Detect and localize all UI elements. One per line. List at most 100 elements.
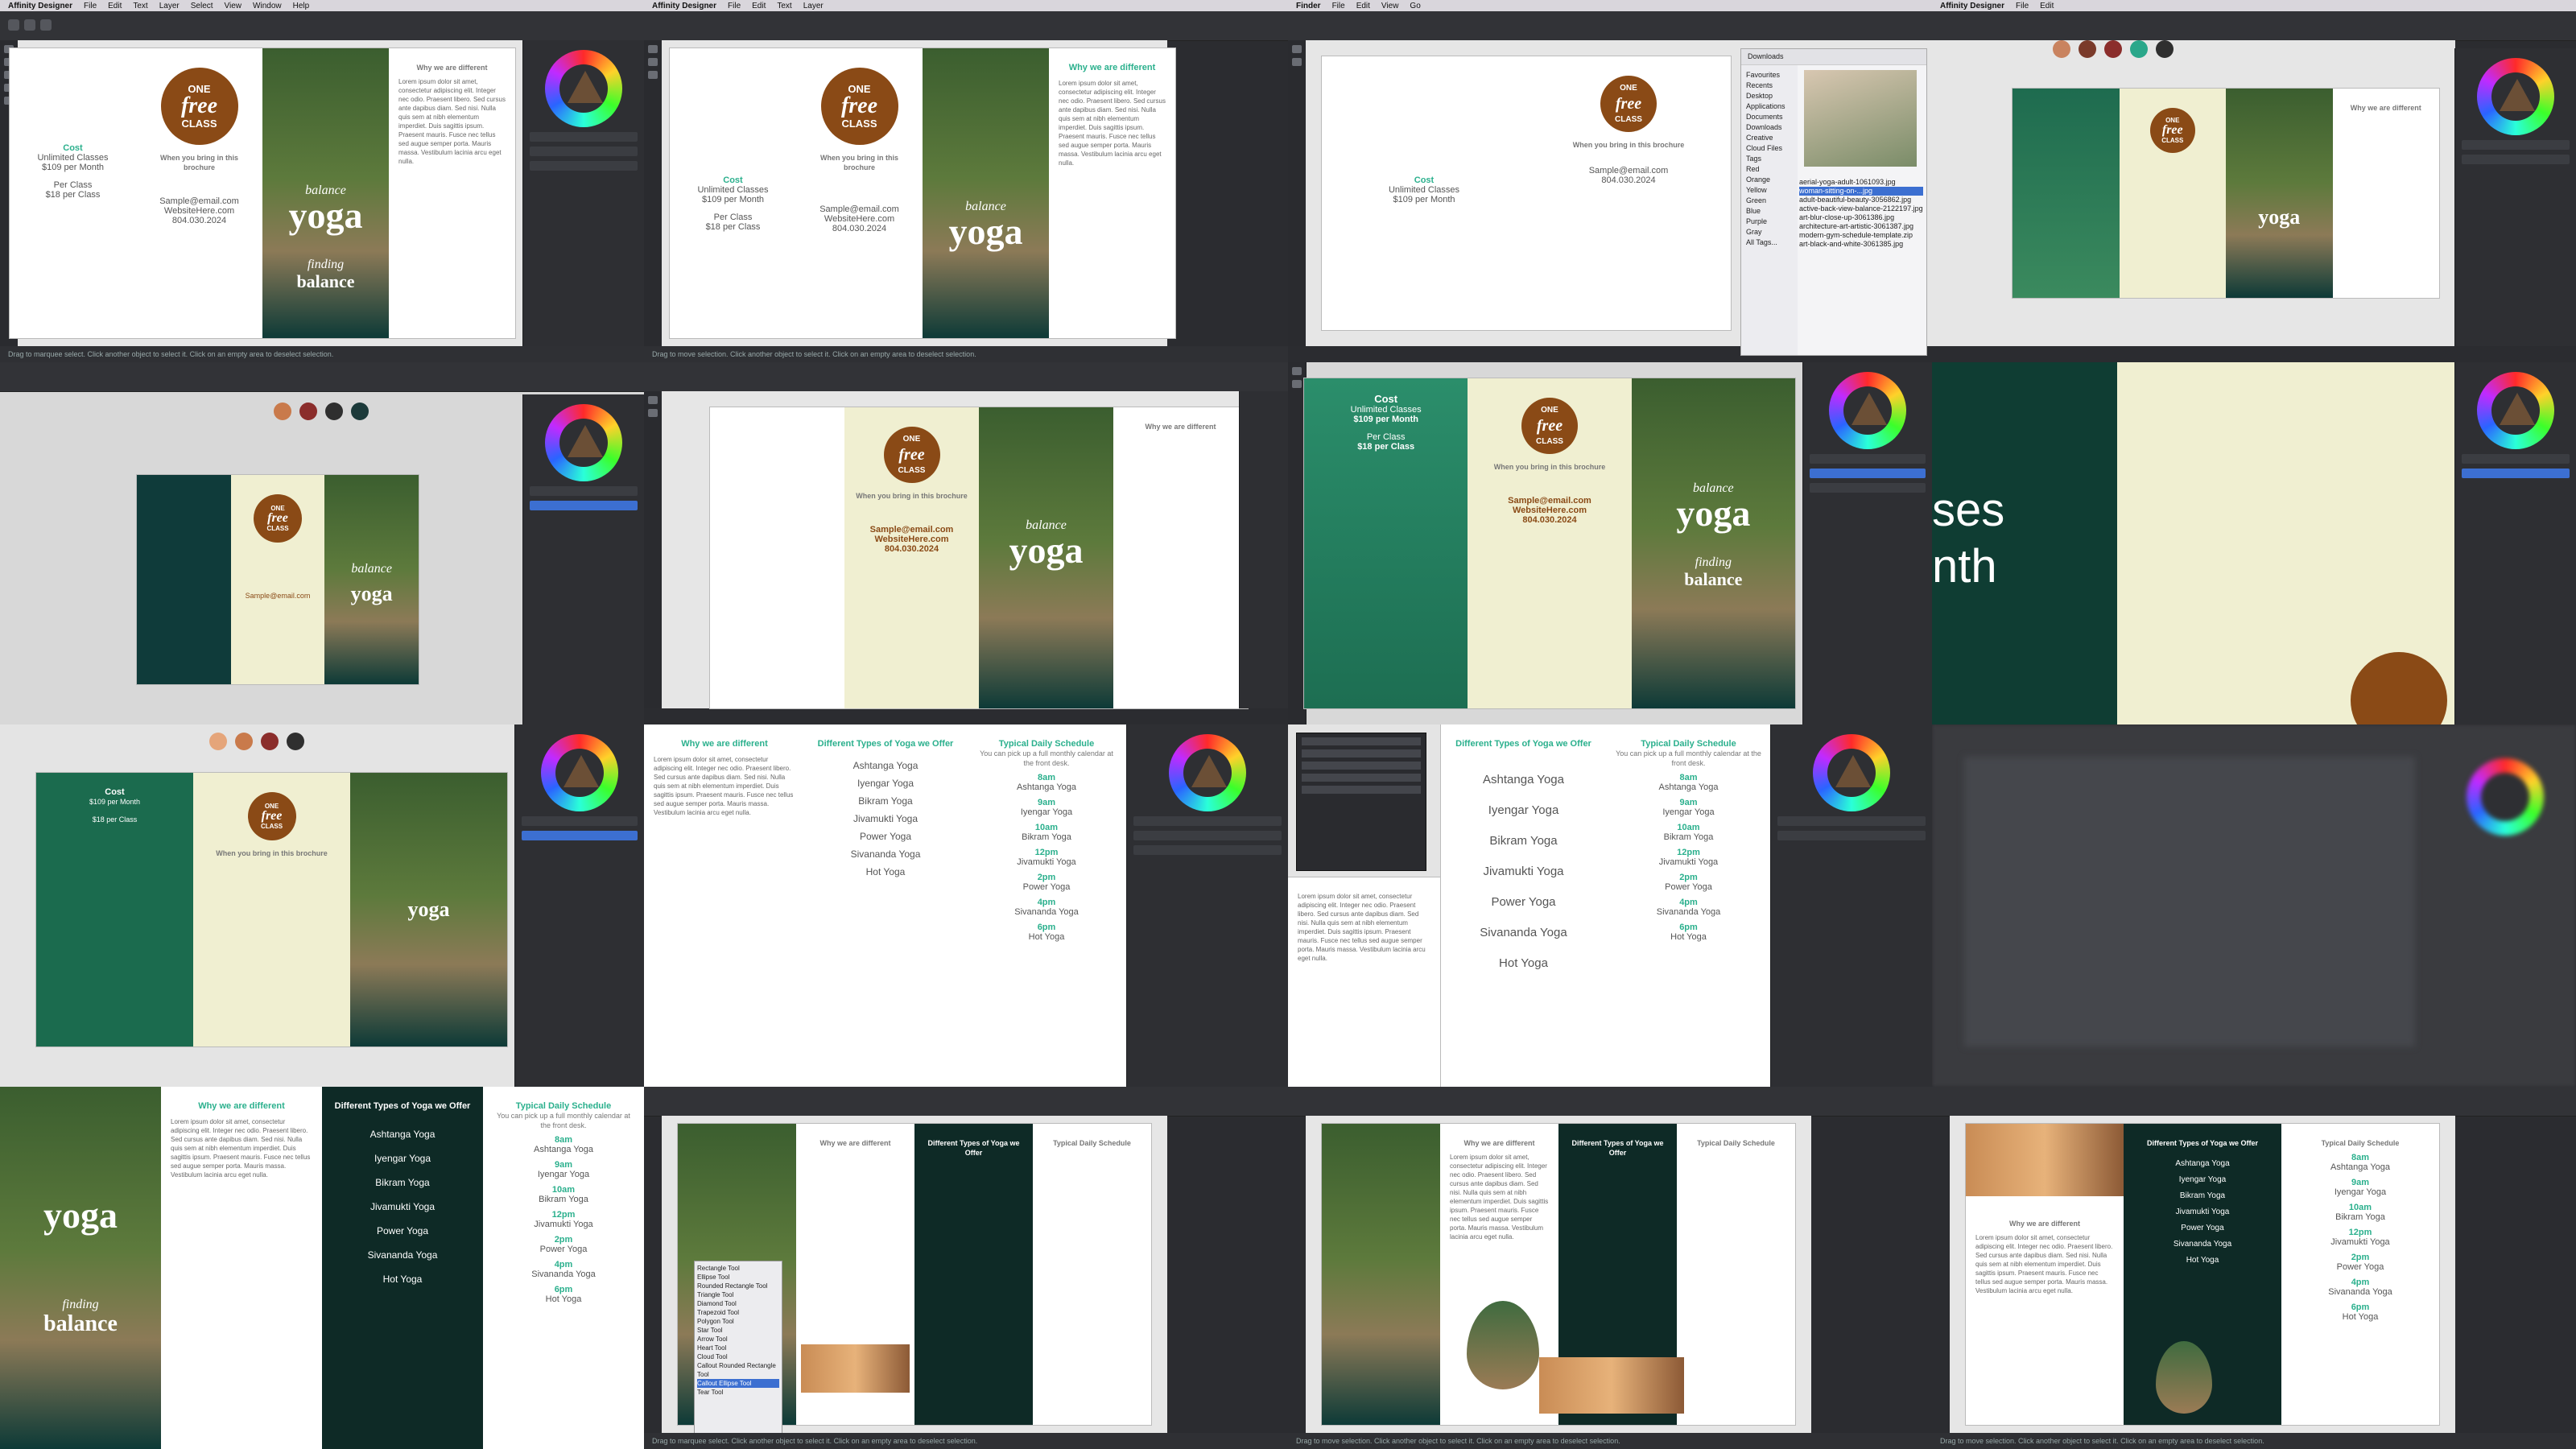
color-triangle[interactable] — [2500, 79, 2535, 111]
file-row[interactable]: active-back-view-balance-2122197.jpg — [1799, 204, 1923, 213]
swatch[interactable] — [235, 733, 253, 750]
swatch[interactable] — [2156, 40, 2174, 58]
character-row[interactable] — [1777, 831, 1926, 840]
app-name[interactable]: Affinity Designer — [8, 2, 72, 10]
canvas[interactable]: Cost Unlimited Classes $109 per Month ON… — [1306, 40, 1932, 356]
swatch[interactable] — [209, 733, 227, 750]
sidebar-item[interactable]: Orange — [1746, 175, 1793, 185]
color-wheel[interactable] — [545, 404, 622, 481]
menu-text[interactable]: Text — [777, 2, 791, 10]
swatch[interactable] — [351, 402, 369, 420]
file-row[interactable]: architecture-art-artistic-3061387.jpg — [1799, 222, 1923, 231]
menu-item[interactable]: Polygon Tool — [697, 1317, 779, 1326]
canvas[interactable]: Cost Unlimited Classes $109 per Month Pe… — [10, 40, 523, 346]
menu-item[interactable]: Tear Tool — [697, 1388, 779, 1397]
color-wheel[interactable] — [2477, 58, 2554, 135]
layer-row[interactable] — [522, 816, 638, 826]
file-row-selected[interactable]: woman-sitting-on-...jpg — [1799, 187, 1923, 196]
menu-file[interactable]: File — [84, 2, 97, 10]
canvas[interactable]: ONE free CLASS yoga Why we are different — [1932, 40, 2455, 346]
color-wheel[interactable] — [545, 50, 622, 127]
swatch[interactable] — [2079, 40, 2096, 58]
menu-item[interactable]: Cloud Tool — [697, 1352, 779, 1361]
color-triangle[interactable] — [1852, 393, 1887, 425]
canvas[interactable]: ONE free CLASS When you bring in this broc… — [662, 391, 1248, 708]
sidebar-item[interactable]: Green — [1746, 196, 1793, 206]
font-popup[interactable] — [1296, 733, 1426, 871]
color-wheel[interactable] — [1813, 734, 1890, 811]
menu-window[interactable]: Window — [253, 2, 282, 10]
sidebar-item[interactable]: Red — [1746, 164, 1793, 175]
swatch[interactable] — [299, 402, 317, 420]
photo-frame[interactable] — [801, 1344, 910, 1393]
menu-select[interactable]: Select — [191, 2, 213, 10]
menu-item[interactable]: Ellipse Tool — [697, 1273, 779, 1282]
layer-row[interactable] — [1810, 454, 1926, 464]
file-row[interactable]: art-black-and-white-3061385.jpg — [1799, 240, 1923, 249]
color-triangle[interactable] — [2500, 393, 2535, 425]
move-tool-icon[interactable] — [648, 45, 658, 53]
sidebar-item[interactable]: Creative Cloud Files — [1746, 133, 1793, 154]
menu-file[interactable]: File — [2016, 2, 2029, 10]
swatch[interactable] — [274, 402, 291, 420]
layer-row[interactable] — [1810, 483, 1926, 493]
popup-row[interactable] — [1302, 737, 1421, 745]
character-row[interactable] — [1133, 816, 1282, 826]
canvas[interactable]: Why we are different Lorem ipsum dolor si… — [1306, 1116, 1811, 1433]
character-row[interactable] — [1133, 831, 1282, 840]
color-wheel[interactable] — [1829, 372, 1906, 449]
file-row[interactable]: aerial-yoga-adult-1061093.jpg — [1799, 178, 1923, 187]
layer-row[interactable] — [2462, 140, 2570, 150]
menu-text[interactable]: Text — [133, 2, 147, 10]
layer-row-selected[interactable] — [1810, 469, 1926, 478]
menu-item[interactable]: Callout Rounded Rectangle Tool — [697, 1361, 779, 1379]
color-wheel[interactable] — [1169, 734, 1246, 811]
color-triangle[interactable] — [1191, 755, 1227, 787]
pen-tool-icon[interactable] — [648, 409, 658, 417]
app-name[interactable]: Affinity Designer — [1940, 2, 2004, 10]
color-wheel[interactable] — [541, 734, 618, 811]
menu-item[interactable]: Diamond Tool — [697, 1299, 779, 1308]
canvas[interactable]: Why we are different Different Types of … — [662, 1116, 1167, 1438]
menu-edit[interactable]: Edit — [1356, 2, 1370, 10]
panel-row[interactable] — [530, 132, 638, 142]
sidebar-item[interactable]: Downloads — [1746, 122, 1793, 133]
pen-tool-icon[interactable] — [1292, 58, 1302, 66]
menu-item[interactable]: Star Tool — [697, 1326, 779, 1335]
menu-layer[interactable]: Layer — [159, 2, 180, 10]
move-tool-icon[interactable] — [1292, 45, 1302, 53]
popup-row[interactable] — [1302, 786, 1421, 794]
layer-row-selected[interactable] — [530, 501, 638, 510]
photo-frame[interactable] — [1539, 1357, 1684, 1414]
app-name[interactable]: Affinity Designer — [652, 2, 716, 10]
menu-edit[interactable]: Edit — [108, 2, 122, 10]
swatch[interactable] — [2104, 40, 2122, 58]
menu-view[interactable]: View — [225, 2, 242, 10]
swatch[interactable] — [325, 402, 343, 420]
toolbar-button[interactable] — [24, 19, 35, 31]
sidebar-item[interactable]: Recents — [1746, 80, 1793, 91]
sidebar-item[interactable]: Purple — [1746, 217, 1793, 227]
teardrop-photo[interactable] — [2156, 1341, 2212, 1414]
menu-item[interactable]: Trapezoid Tool — [697, 1308, 779, 1317]
text-tool-icon[interactable] — [648, 71, 658, 79]
file-row[interactable]: modern-gym-schedule-template.zip — [1799, 231, 1923, 240]
menu-item[interactable]: Heart Tool — [697, 1344, 779, 1352]
menu-go[interactable]: Go — [1410, 2, 1420, 10]
menu-item-selected[interactable]: Callout Ellipse Tool — [697, 1379, 779, 1388]
menu-item[interactable]: Rounded Rectangle Tool — [697, 1282, 779, 1290]
layer-row[interactable] — [530, 486, 638, 496]
file-row[interactable]: art-blur-close-up-3061386.jpg — [1799, 213, 1923, 222]
sidebar-item[interactable]: Desktop — [1746, 91, 1793, 101]
menu-edit[interactable]: Edit — [2040, 2, 2054, 10]
layer-row[interactable] — [2462, 454, 2570, 464]
menu-file[interactable]: File — [1332, 2, 1345, 10]
character-row[interactable] — [1133, 845, 1282, 855]
menu-item[interactable]: Rectangle Tool — [697, 1264, 779, 1273]
sidebar-item[interactable]: Yellow — [1746, 185, 1793, 196]
pen-tool-icon[interactable] — [648, 58, 658, 66]
popup-row[interactable] — [1302, 762, 1421, 770]
panel-row[interactable] — [530, 147, 638, 156]
swatch[interactable] — [261, 733, 279, 750]
color-triangle[interactable] — [568, 425, 603, 457]
